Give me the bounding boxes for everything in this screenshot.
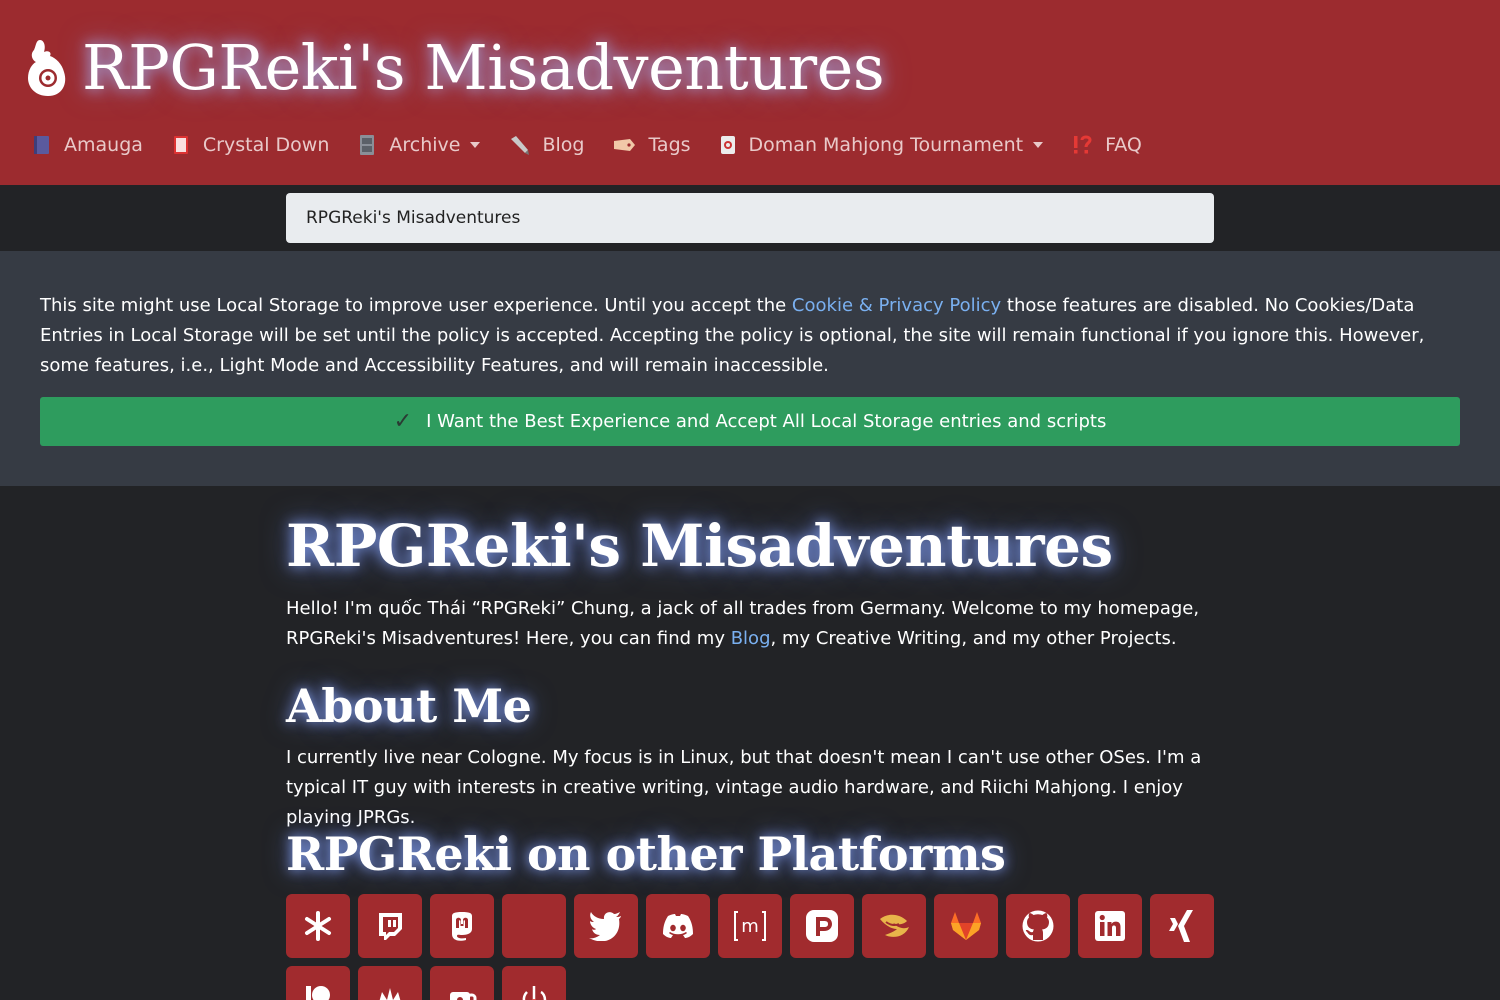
nav-label: Amauga: [64, 134, 143, 156]
power-icon[interactable]: [502, 966, 566, 1000]
pixelfed-icon[interactable]: [790, 894, 854, 958]
cookie-banner: This site might use Local Storage to imp…: [0, 251, 1500, 486]
search-strip: [0, 185, 1500, 251]
book-icon: [32, 134, 52, 156]
nav-item-doman-mahjong-tournament[interactable]: Doman Mahjong Tournament: [719, 134, 1044, 156]
nav-label: FAQ: [1105, 134, 1142, 156]
nav-item-tags[interactable]: Tags: [612, 134, 691, 156]
linktree-icon[interactable]: [286, 894, 350, 958]
mahjong-tile-icon: [719, 134, 737, 156]
search-input[interactable]: [286, 193, 1214, 243]
file-cabinet-icon: [357, 134, 377, 156]
nav-item-blog[interactable]: Blog: [508, 134, 584, 156]
github-icon[interactable]: [1006, 894, 1070, 958]
chevron-down-icon: [470, 142, 481, 148]
discord-icon[interactable]: [646, 894, 710, 958]
nav-label: Crystal Down: [202, 134, 330, 156]
pen-icon: [508, 134, 530, 156]
blank-icon[interactable]: [502, 894, 566, 958]
cookie-privacy-policy-link[interactable]: Cookie & Privacy Policy: [792, 295, 1001, 316]
cookie-notice-text: This site might use Local Storage to imp…: [40, 291, 1460, 381]
nav-label: Blog: [542, 134, 585, 156]
nav-label: Archive: [389, 134, 461, 156]
nav-item-crystal-down[interactable]: Crystal Down: [171, 134, 329, 156]
page-title: RPGReki's Misadventures: [286, 512, 1113, 580]
nav-item-amauga[interactable]: Amauga: [32, 134, 143, 156]
linkedin-icon[interactable]: [1078, 894, 1142, 958]
lemmy-icon[interactable]: [862, 894, 926, 958]
nav-item-archive[interactable]: Archive: [357, 134, 481, 156]
patreon-icon[interactable]: [286, 966, 350, 1000]
main-nav: Amauga Crystal Down Archive Blog Tags Do…: [32, 128, 1170, 162]
mastodon-icon[interactable]: [430, 894, 494, 958]
accept-button-label: I Want the Best Experience and Accept Al…: [426, 411, 1107, 432]
tag-icon: [612, 135, 636, 155]
checkmark-icon: ✓: [393, 409, 413, 434]
nav-label: Doman Mahjong Tournament: [748, 134, 1024, 156]
accept-local-storage-button[interactable]: ✓ I Want the Best Experience and Accept …: [40, 397, 1460, 446]
red-book-icon: [171, 134, 191, 156]
svg-text:m: m: [741, 916, 759, 937]
blog-link[interactable]: Blog: [731, 628, 771, 649]
nav-item-faq[interactable]: FAQ: [1071, 134, 1142, 156]
platforms-heading: RPGReki on other Platforms: [286, 827, 1006, 881]
chevron-down-icon: [1033, 142, 1044, 148]
intro-text-after: , my Creative Writing, and my other Proj…: [770, 628, 1177, 649]
gitlab-icon[interactable]: [934, 894, 998, 958]
ko-fi-cup-icon[interactable]: [430, 966, 494, 1000]
intro-paragraph: Hello! I'm quốc Thái “RPGReki” Chung, a …: [286, 594, 1226, 654]
xing-icon[interactable]: [1150, 894, 1214, 958]
matrix-icon[interactable]: m: [718, 894, 782, 958]
nav-label: Tags: [648, 134, 691, 156]
site-header: RPGReki's Misadventures Amauga Crystal D…: [0, 0, 1500, 185]
cookie-text-before: This site might use Local Storage to imp…: [40, 295, 792, 316]
about-paragraph: I currently live near Cologne. My focus …: [286, 747, 1202, 828]
twitch-icon[interactable]: [358, 894, 422, 958]
exclamation-question-icon: [1071, 134, 1093, 156]
about-heading: About Me: [286, 679, 532, 733]
twitter-icon[interactable]: [574, 894, 638, 958]
site-title[interactable]: RPGReki's Misadventures: [82, 26, 885, 110]
rabbit-logo-icon[interactable]: [22, 38, 70, 100]
kofi-icon[interactable]: [358, 966, 422, 1000]
